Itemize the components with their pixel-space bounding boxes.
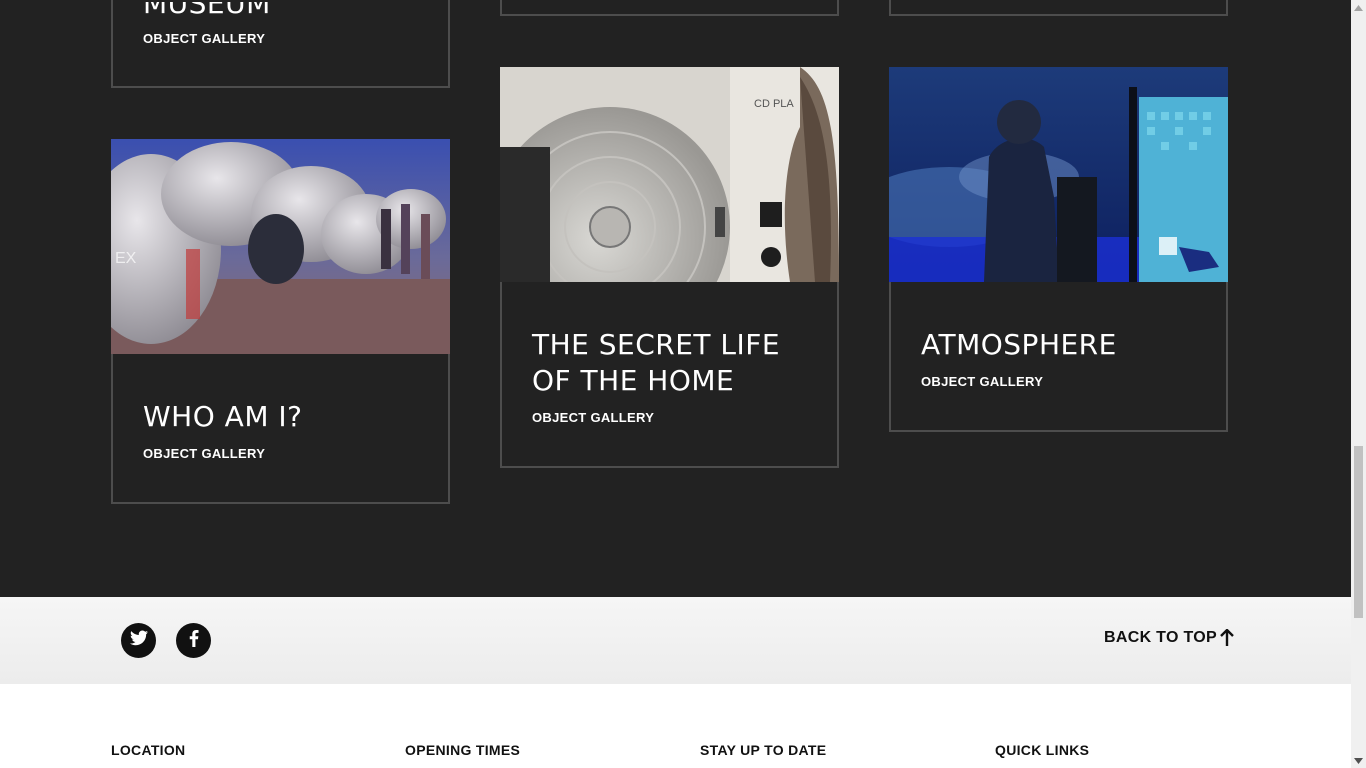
exhibitions-grid: MUSEUM OBJECT GALLERY EX WHO AM I? OBJEC…	[0, 0, 1351, 597]
footer-heading-opening-times: OPENING TIMES	[405, 742, 521, 758]
card-subtitle: OBJECT GALLERY	[143, 446, 266, 461]
card-image: EX	[111, 139, 450, 354]
vertical-scrollbar[interactable]	[1351, 0, 1366, 768]
footer-heading-quick-links: QUICK LINKS	[995, 742, 1090, 758]
exhibition-card-atmosphere[interactable]: ATMOSPHERE OBJECT GALLERY	[889, 67, 1228, 432]
footer-heading-stay-up-to-date: STAY UP TO DATE	[700, 742, 827, 758]
card-title: MUSEUM	[143, 0, 271, 20]
card-title: WHO AM I?	[143, 400, 303, 433]
scroll-up-arrow-icon[interactable]	[1354, 3, 1363, 12]
arrow-up-icon[interactable]	[1219, 628, 1235, 652]
card-subtitle: OBJECT GALLERY	[532, 410, 655, 425]
card-subtitle: OBJECT GALLERY	[143, 31, 266, 46]
exhibition-card-secret-life[interactable]: CD PLA THE SECRET LIFE OF THE HOME OBJEC…	[500, 67, 839, 468]
card-image: CD PLA	[500, 67, 839, 282]
twitter-icon	[129, 630, 148, 651]
exhibition-card-who-am-i[interactable]: EX WHO AM I? OBJECT GALLERY	[111, 139, 450, 504]
scroll-down-arrow-icon[interactable]	[1354, 756, 1363, 765]
card-subtitle: OBJECT GALLERY	[921, 374, 1044, 389]
card-image	[889, 67, 1228, 282]
twitter-button[interactable]	[121, 623, 156, 658]
facebook-icon	[189, 629, 199, 652]
footer-heading-location: LOCATION	[111, 742, 186, 758]
card-title: THE SECRET LIFE OF THE HOME	[532, 328, 781, 397]
facebook-button[interactable]	[176, 623, 211, 658]
footer-social-bar: BACK TO TOP	[0, 597, 1351, 684]
card-title: ATMOSPHERE	[921, 328, 1117, 361]
exhibition-card-partial[interactable]	[889, 0, 1228, 16]
footer-links: LOCATION OPENING TIMES STAY UP TO DATE Q…	[0, 684, 1351, 768]
back-to-top-link[interactable]: BACK TO TOP	[1104, 629, 1217, 647]
scrollbar-thumb[interactable]	[1354, 446, 1363, 618]
exhibition-card-museum[interactable]: MUSEUM OBJECT GALLERY	[111, 0, 450, 88]
svg-text:EX: EX	[115, 250, 137, 267]
exhibition-card-partial[interactable]	[500, 0, 839, 16]
svg-text:CD PLA: CD PLA	[754, 98, 794, 110]
